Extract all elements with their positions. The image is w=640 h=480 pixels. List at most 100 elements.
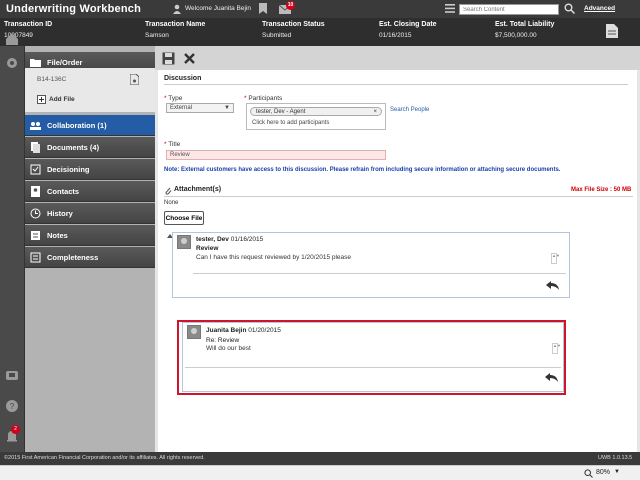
mail-count-badge: 10 [286, 1, 295, 10]
footer: ©2015 First American Financial Corporati… [0, 452, 640, 465]
sidebar-item-collaboration[interactable]: Collaboration (1) [25, 115, 155, 136]
comment-subject: Review [196, 245, 219, 252]
user-icon[interactable] [172, 4, 182, 14]
max-file-size: Max File Size : 50 MB [571, 187, 632, 193]
external-access-note: Note: External customers have access to … [164, 167, 561, 173]
bookmark-icon[interactable] [259, 3, 267, 14]
sidebar-item-label: History [47, 209, 73, 218]
notes-icon [31, 231, 40, 240]
history-icon [30, 208, 41, 219]
transaction-name-value: Samson [145, 32, 169, 39]
comment-scrollbar[interactable]: ▲▼ [551, 253, 560, 264]
search-input[interactable] [459, 4, 559, 15]
participants-hint[interactable]: Click here to add participants [252, 120, 329, 126]
divider [193, 273, 566, 274]
collaboration-icon [30, 122, 41, 130]
participant-tag: tester, Dev - Agent × [250, 107, 382, 116]
welcome-text: Welcome Juanita Bejin [185, 5, 251, 12]
help-icon[interactable]: ? [5, 399, 19, 413]
discussion-heading: Discussion [164, 75, 202, 82]
copyright-text: ©2015 First American Financial Corporati… [4, 455, 205, 461]
sidebar-item-contacts[interactable]: Contacts [25, 181, 155, 202]
phone-icon[interactable] [5, 368, 19, 382]
search-icon[interactable] [564, 3, 575, 14]
participant-tag-label: tester, Dev - Agent [256, 109, 306, 115]
transaction-name: Transaction Name Samson [145, 21, 205, 39]
notification-count-badge: 2 [11, 425, 20, 434]
participants-label: * Participants [244, 95, 283, 102]
add-file-icon[interactable] [37, 95, 46, 104]
add-file-button[interactable]: Add File [49, 96, 75, 103]
chevron-down-icon[interactable]: ▼ [614, 469, 620, 475]
completeness-icon [30, 252, 41, 263]
sidebar-item-label: Collaboration (1) [47, 121, 107, 130]
sidebar-item-label: Decisioning [47, 165, 90, 174]
menu-icon[interactable] [445, 4, 455, 13]
transaction-name-label: Transaction Name [145, 21, 206, 28]
closing-date-value: 01/16/2015 [379, 32, 412, 39]
paperclip-icon [165, 187, 172, 195]
transaction-status-label: Transaction Status [262, 21, 325, 28]
sidebar-item-label: Completeness [47, 253, 99, 262]
title-input[interactable]: Review [166, 150, 386, 160]
version-text: UWB 1.0.13.5 [598, 455, 633, 461]
sidebar-item-documents[interactable]: Documents (4) [25, 137, 155, 158]
app-title: Underwriting Workbench [6, 3, 141, 15]
zoom-icon[interactable] [584, 469, 593, 478]
divider [164, 84, 628, 85]
avatar [177, 235, 191, 249]
remove-participant-button[interactable]: × [373, 108, 377, 116]
sidebar-item-label: Contacts [47, 187, 80, 196]
sidebar-item-decisioning[interactable]: Decisioning [25, 159, 155, 180]
transaction-header: Transaction ID 10007849 Transaction Name… [0, 18, 640, 46]
sidebar-item-completeness[interactable]: Completeness [25, 247, 155, 268]
order-code[interactable]: B14-136C [37, 76, 66, 83]
type-select[interactable]: External ▼ [166, 103, 234, 113]
sidebar-item-history[interactable]: History [25, 203, 155, 224]
highlight-annotation [177, 320, 566, 395]
gear-icon[interactable] [5, 56, 19, 70]
home-icon[interactable] [5, 32, 19, 46]
closing-date: Est. Closing Date 01/16/2015 [379, 21, 437, 39]
type-label: * Type [164, 95, 183, 102]
total-liability-label: Est. Total Liability [495, 21, 555, 28]
document-edit-icon[interactable] [606, 24, 618, 38]
reply-icon[interactable] [546, 280, 560, 291]
close-icon[interactable] [183, 52, 196, 65]
save-icon[interactable] [162, 52, 175, 65]
folder-icon [30, 59, 41, 67]
decisioning-icon [30, 164, 41, 175]
choose-file-button[interactable]: Choose File [164, 211, 204, 225]
top-bar: Underwriting Workbench Welcome Juanita B… [0, 0, 640, 18]
sidebar-item-label: File/Order [47, 58, 83, 67]
file-order-panel: B14-136C Add File [25, 68, 155, 112]
transaction-status: Transaction Status Submitted [262, 21, 325, 39]
zoom-level[interactable]: 80% [596, 469, 610, 476]
pdf-document-icon[interactable] [130, 74, 139, 85]
divider [164, 196, 633, 197]
closing-date-label: Est. Closing Date [379, 21, 437, 28]
advanced-search-link[interactable]: Advanced [584, 5, 615, 12]
comment-text: Can I have this request reviewed by 1/20… [196, 254, 352, 261]
sidebar-item-notes[interactable]: Notes [25, 225, 155, 246]
comment-date: 01/16/2015 [230, 236, 264, 243]
comment-author: tester, Dev 01/16/2015 [196, 236, 264, 243]
main-content: Discussion * Type External ▼ * Participa… [155, 46, 640, 452]
type-select-value: External [170, 105, 193, 111]
documents-icon [31, 142, 40, 153]
left-rail: ? 2 [0, 33, 25, 452]
sidebar-item-label: Documents (4) [47, 143, 100, 152]
transaction-id-label: Transaction ID [4, 21, 53, 28]
sidebar: File/Order B14-136C Add File Collaborati… [25, 46, 155, 452]
participants-field[interactable]: tester, Dev - Agent × Click here to add … [246, 103, 386, 130]
search-people-link[interactable]: Search People [390, 107, 429, 113]
attachments-value: None [164, 200, 179, 206]
sidebar-item-label: Notes [47, 231, 68, 240]
discussion-panel: Discussion * Type External ▼ * Participa… [158, 70, 637, 452]
attachments-label: Attachment(s) [174, 186, 222, 193]
transaction-status-value: Submitted [262, 32, 292, 39]
comment-card: tester, Dev 01/16/2015 Review Can I have… [172, 232, 570, 298]
total-liability-value: $7,500,000.00 [495, 32, 537, 39]
contacts-icon [31, 186, 40, 197]
total-liability: Est. Total Liability $7,500,000.00 [495, 21, 554, 39]
